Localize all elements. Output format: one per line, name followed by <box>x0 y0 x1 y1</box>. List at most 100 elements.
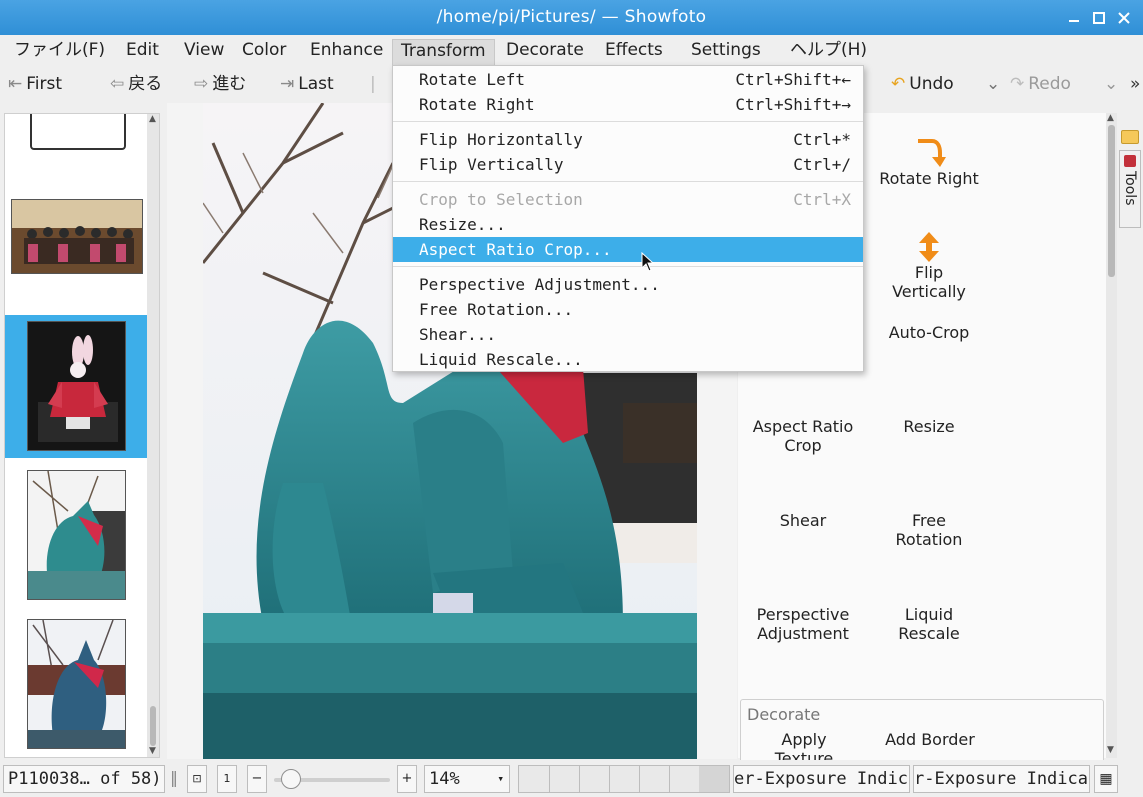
flip-vertically-shortcut: Ctrl+/ <box>793 155 851 174</box>
perspective-adjustment-menu-label: Perspective Adjustment... <box>419 275 660 294</box>
menu-edit[interactable]: Edit <box>118 39 167 65</box>
rotate-right-label: Rotate Right <box>879 169 979 188</box>
menu-liquid-rescale[interactable]: Liquid Rescale... <box>393 347 863 372</box>
thumbnail-blank[interactable] <box>30 114 126 150</box>
redo-label: Redo <box>1028 74 1071 94</box>
menu-file[interactable]: ファイル(F) <box>6 39 113 65</box>
splitter-handle[interactable]: ‖ <box>170 768 178 787</box>
forward-label: 進む <box>212 74 247 94</box>
folder-icon[interactable] <box>1121 130 1139 144</box>
rotate-right-menu-label: Rotate Right <box>419 95 535 114</box>
free-rotation-label: Free Rotation <box>895 511 963 549</box>
menu-free-rotation[interactable]: Free Rotation... <box>393 297 863 322</box>
menu-enhance[interactable]: Enhance <box>302 39 391 65</box>
menu-flip-vertically[interactable]: Flip Vertically Ctrl+/ <box>393 152 863 177</box>
minimize-icon[interactable] <box>1064 8 1084 28</box>
zoom-slider-handle[interactable] <box>281 769 301 789</box>
tool-rotate-right[interactable]: Rotate Right <box>866 135 992 188</box>
redo-dropdown-icon[interactable]: ⌄ <box>1104 72 1118 96</box>
thumbnail-bar: ▲ ▼ <box>4 113 160 758</box>
crop-to-selection-shortcut: Ctrl+X <box>793 190 851 209</box>
toolbar-overflow-icon[interactable]: » <box>1130 72 1140 96</box>
undo-button[interactable]: ↶ Undo <box>891 72 954 96</box>
rotate-left-label: Rotate Left <box>419 70 525 89</box>
add-border-label: Add Border <box>885 730 975 749</box>
last-icon: ⇥ <box>280 74 295 94</box>
zoom-fit-icon[interactable]: ⊡ <box>187 765 207 793</box>
tool-auto-crop[interactable]: Auto-Crop <box>866 323 992 342</box>
flip-horizontally-label: Flip Horizontally <box>419 130 583 149</box>
decorate-group: Decorate Apply Texture Add Border <box>740 699 1104 769</box>
menu-effects[interactable]: Effects <box>597 39 671 65</box>
thumbnail-scroll-handle[interactable] <box>150 706 156 746</box>
undo-label: Undo <box>909 74 954 94</box>
menu-perspective-adjustment[interactable]: Perspective Adjustment... <box>393 272 863 297</box>
tool-perspective-adjustment[interactable]: Perspective Adjustment <box>740 605 866 643</box>
thumbnail-fox-statue-2[interactable] <box>27 619 126 749</box>
tool-aspect-ratio-crop[interactable]: Aspect Ratio Crop <box>740 417 866 455</box>
rotate-right-shortcut: Ctrl+Shift+→ <box>735 95 851 114</box>
flip-vertical-icon <box>866 231 992 263</box>
menu-resize[interactable]: Resize... <box>393 212 863 237</box>
tool-resize[interactable]: Resize <box>866 417 992 436</box>
zoom-select[interactable]: 14% ▾ <box>424 765 510 793</box>
tool-liquid-rescale[interactable]: Liquid Rescale <box>866 605 992 643</box>
menu-rotate-left[interactable]: Rotate Left Ctrl+Shift+← <box>393 67 863 92</box>
grid-icon[interactable]: ▦ <box>1094 765 1118 793</box>
menu-decorate[interactable]: Decorate <box>498 39 592 65</box>
underexposure-indicator[interactable]: er-Exposure Indica <box>733 765 910 793</box>
menu-color[interactable]: Color <box>234 39 294 65</box>
auto-crop-label: Auto-Crop <box>888 323 970 342</box>
aspect-ratio-crop-label: Aspect Ratio Crop <box>752 417 854 455</box>
first-button[interactable]: ⇤ First <box>8 72 62 96</box>
tools-scroll-down-icon[interactable]: ▼ <box>1107 745 1114 755</box>
tools-scrollbar[interactable]: ▲ ▼ <box>1106 113 1117 758</box>
redo-button[interactable]: ↷ Redo <box>1010 72 1071 96</box>
menu-view[interactable]: View <box>176 39 232 65</box>
aspect-ratio-crop-menu-label: Aspect Ratio Crop... <box>419 240 612 259</box>
overexposure-indicator[interactable]: r-Exposure Indica <box>913 765 1090 793</box>
thumbnail-rabbit-doll[interactable] <box>27 321 126 451</box>
menu-settings[interactable]: Settings <box>683 39 769 65</box>
color-indicator-strip <box>518 765 730 793</box>
liquid-rescale-label: Liquid Rescale <box>898 605 960 643</box>
tools-scroll-up-icon[interactable]: ▲ <box>1107 113 1114 123</box>
menu-help[interactable]: ヘルプ(H) <box>782 39 875 65</box>
menu-rotate-right[interactable]: Rotate Right Ctrl+Shift+→ <box>393 92 863 117</box>
tool-add-border[interactable]: Add Border <box>867 730 993 749</box>
back-button[interactable]: ⇦ 戻る <box>110 72 162 96</box>
close-icon[interactable] <box>1114 8 1134 28</box>
undo-dropdown-icon[interactable]: ⌄ <box>986 72 1000 96</box>
back-label: 戻る <box>128 74 163 94</box>
toolbar-separator: | <box>370 74 376 94</box>
last-button[interactable]: ⇥ Last <box>280 72 334 96</box>
tool-free-rotation[interactable]: Free Rotation <box>866 511 992 549</box>
tools-tab-label: Tools <box>1122 171 1138 206</box>
thumbnail-fox-statue-1[interactable] <box>27 470 126 600</box>
rotate-right-icon <box>866 135 992 169</box>
tools-tab-icon <box>1124 155 1136 167</box>
forward-button[interactable]: ⇨ 進む <box>194 72 246 96</box>
zoom-in-icon[interactable]: + <box>397 765 417 793</box>
flip-horizontally-shortcut: Ctrl+* <box>793 130 851 149</box>
thumbnail-scrollbar[interactable]: ▲ ▼ <box>147 114 159 757</box>
resize-label: Resize <box>903 417 955 436</box>
menu-bar: ファイル(F) Edit View Color Enhance Transfor… <box>0 35 1143 65</box>
menu-flip-horizontally[interactable]: Flip Horizontally Ctrl+* <box>393 127 863 152</box>
file-info: P110038… of 58) <box>3 765 165 793</box>
shear-menu-label: Shear... <box>419 325 497 344</box>
scroll-up-icon[interactable]: ▲ <box>149 114 156 124</box>
tools-side-tab[interactable]: Tools <box>1119 150 1141 228</box>
thumbnail-group-photo[interactable] <box>11 199 143 274</box>
menu-transform[interactable]: Transform <box>392 39 495 65</box>
menu-shear[interactable]: Shear... <box>393 322 863 347</box>
tools-scroll-handle[interactable] <box>1108 125 1115 277</box>
mouse-cursor-icon <box>641 251 655 272</box>
tool-shear[interactable]: Shear <box>740 511 866 530</box>
tool-flip-vertically[interactable]: Flip Vertically <box>866 231 992 301</box>
maximize-icon[interactable] <box>1089 8 1109 28</box>
scroll-down-icon[interactable]: ▼ <box>149 746 156 756</box>
zoom-100-icon[interactable]: 1 <box>217 765 237 793</box>
menu-aspect-ratio-crop[interactable]: Aspect Ratio Crop... <box>393 237 863 262</box>
zoom-out-icon[interactable]: − <box>247 765 267 793</box>
